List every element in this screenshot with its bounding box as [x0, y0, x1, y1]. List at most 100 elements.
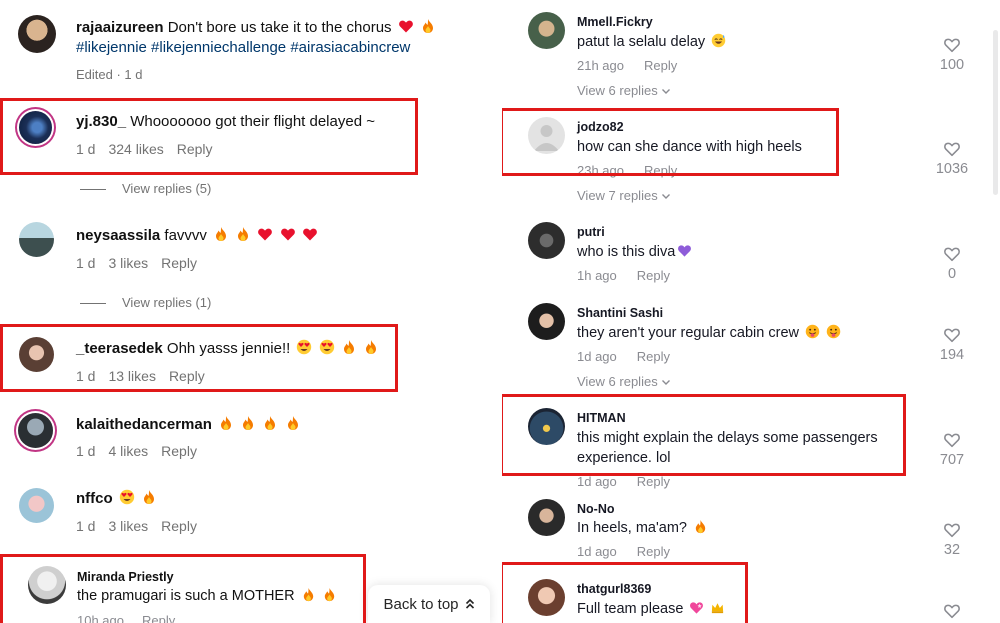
- comment-time: 1 d: [76, 141, 96, 157]
- avatar[interactable]: [528, 117, 565, 154]
- comment-time: 1h ago: [577, 268, 617, 283]
- like-count: 32: [943, 542, 961, 558]
- heart-icon[interactable]: [943, 326, 961, 344]
- comment-username[interactable]: kalaithedancerman: [76, 416, 212, 433]
- fire-emoji: [240, 415, 256, 431]
- reply-button[interactable]: Reply: [161, 518, 197, 534]
- heart-icon[interactable]: [943, 140, 961, 158]
- avatar[interactable]: [528, 303, 565, 340]
- comment-text: Full team please: [577, 601, 684, 617]
- comment-text: favvvv: [164, 227, 207, 244]
- reply-button[interactable]: Reply: [142, 613, 175, 623]
- scrollbar[interactable]: [993, 30, 998, 195]
- comment-text: how can she dance with high heels: [577, 139, 802, 155]
- reply-button[interactable]: Reply: [637, 268, 670, 283]
- reply-button[interactable]: Reply: [644, 58, 677, 73]
- avatar[interactable]: [19, 337, 54, 372]
- comment-meta: 1 d 4 likes Reply: [76, 443, 210, 459]
- comment-meta: 1d ago Reply: [577, 474, 690, 489]
- fire-emoji: [693, 519, 708, 534]
- back-to-top-button[interactable]: Back to top: [368, 585, 490, 623]
- avatar[interactable]: [19, 111, 52, 144]
- comment-body: they aren't your regular cabin crew: [577, 323, 841, 343]
- view-replies-button[interactable]: View replies (1): [80, 295, 211, 310]
- view-replies-button[interactable]: View 6 replies: [577, 374, 671, 389]
- view-replies-button[interactable]: View replies (5): [80, 181, 211, 196]
- heart-icon[interactable]: [943, 245, 961, 263]
- comment-body: the pramugari is such a MOTHER: [77, 587, 337, 604]
- comment-text: this might explain the delays some passe…: [577, 430, 878, 466]
- fire-emoji: [363, 339, 379, 355]
- fire-emoji: [235, 226, 251, 242]
- avatar[interactable]: [19, 222, 54, 257]
- avatar[interactable]: [528, 579, 565, 616]
- like-count[interactable]: 3 likes: [108, 255, 148, 271]
- view-replies-button[interactable]: View 7 replies: [577, 188, 671, 203]
- comment-username[interactable]: No-No: [577, 502, 615, 516]
- comment-meta: 1 d 13 likes Reply: [76, 368, 218, 384]
- avatar[interactable]: [28, 566, 66, 604]
- red-heart-emoji: [398, 18, 414, 34]
- reply-button[interactable]: Reply: [161, 255, 197, 271]
- comment-body: _teerasedek Ohh yasss jennie!!: [76, 339, 476, 359]
- heart-eyes-emoji: [296, 339, 312, 355]
- comment-time: 10h ago: [77, 613, 124, 623]
- like-count[interactable]: 3 likes: [108, 518, 148, 534]
- like-count[interactable]: 4 likes: [108, 443, 148, 459]
- like-count: 100: [939, 57, 965, 73]
- avatar[interactable]: [18, 413, 53, 448]
- avatar[interactable]: [528, 408, 565, 445]
- comment-username[interactable]: HITMAN: [577, 411, 626, 425]
- comment-username[interactable]: rajaaizureen: [76, 19, 164, 36]
- divider-line: [80, 303, 106, 305]
- red-heart-emoji: [257, 226, 273, 242]
- reply-button[interactable]: Reply: [637, 474, 670, 489]
- like-count: 1036: [935, 161, 969, 177]
- comment-time: 1 d: [76, 518, 96, 534]
- comment-text: the pramugari is such a MOTHER: [77, 588, 295, 604]
- avatar[interactable]: [19, 488, 54, 523]
- comment-username[interactable]: Shantini Sashi: [577, 306, 663, 320]
- comment-username[interactable]: nffco: [76, 490, 113, 507]
- comment-username[interactable]: jodzo82: [577, 120, 624, 134]
- reply-button[interactable]: Reply: [637, 349, 670, 364]
- view-replies-button[interactable]: View 6 replies: [577, 83, 671, 98]
- comment-meta: 1d ago Reply: [577, 544, 690, 559]
- comment-username[interactable]: neysaassila: [76, 227, 160, 244]
- comment-meta: 1h ago Reply: [577, 268, 690, 283]
- comment-username[interactable]: yj.830_: [76, 113, 126, 130]
- reply-button[interactable]: Reply: [637, 544, 670, 559]
- reply-button[interactable]: Reply: [161, 443, 197, 459]
- like-count[interactable]: 13 likes: [108, 368, 155, 384]
- comment-username[interactable]: putri: [577, 225, 605, 239]
- like-count[interactable]: 324 likes: [108, 141, 163, 157]
- heart-icon[interactable]: [943, 431, 961, 449]
- reply-button[interactable]: Reply: [169, 368, 205, 384]
- red-heart-emoji: [280, 226, 296, 242]
- comment-username[interactable]: _teerasedek: [76, 340, 163, 357]
- avatar[interactable]: [528, 499, 565, 536]
- avatar[interactable]: [18, 15, 56, 53]
- heart-icon[interactable]: [943, 602, 961, 620]
- comment-username[interactable]: Mmell.Fickry: [577, 15, 653, 29]
- hashtags[interactable]: #likejennie #likejenniechallenge #airasi…: [76, 39, 410, 56]
- comment-username[interactable]: thatgurl8369: [577, 582, 651, 596]
- heart-eyes-emoji: [319, 339, 335, 355]
- avatar[interactable]: [528, 12, 565, 49]
- reply-button[interactable]: Reply: [644, 163, 677, 178]
- reply-button[interactable]: Reply: [177, 141, 213, 157]
- comment-time: 1 d: [76, 255, 96, 271]
- comment-text: they aren't your regular cabin crew: [577, 325, 799, 341]
- heart-icon[interactable]: [943, 36, 961, 54]
- comment-meta: 1 d 3 likes Reply: [76, 255, 210, 271]
- view-replies-label: View 6 replies: [577, 83, 658, 98]
- heart-icon[interactable]: [943, 521, 961, 539]
- like-count: 0: [947, 266, 957, 282]
- avatar[interactable]: [528, 222, 565, 259]
- like-count: 194: [939, 347, 965, 363]
- view-replies-label: View replies (1): [122, 295, 212, 310]
- divider-line: [80, 189, 106, 191]
- comment-text: who is this diva: [577, 244, 676, 260]
- comment-username[interactable]: Miranda Priestly: [77, 570, 174, 584]
- purple-heart-emoji: [677, 243, 692, 258]
